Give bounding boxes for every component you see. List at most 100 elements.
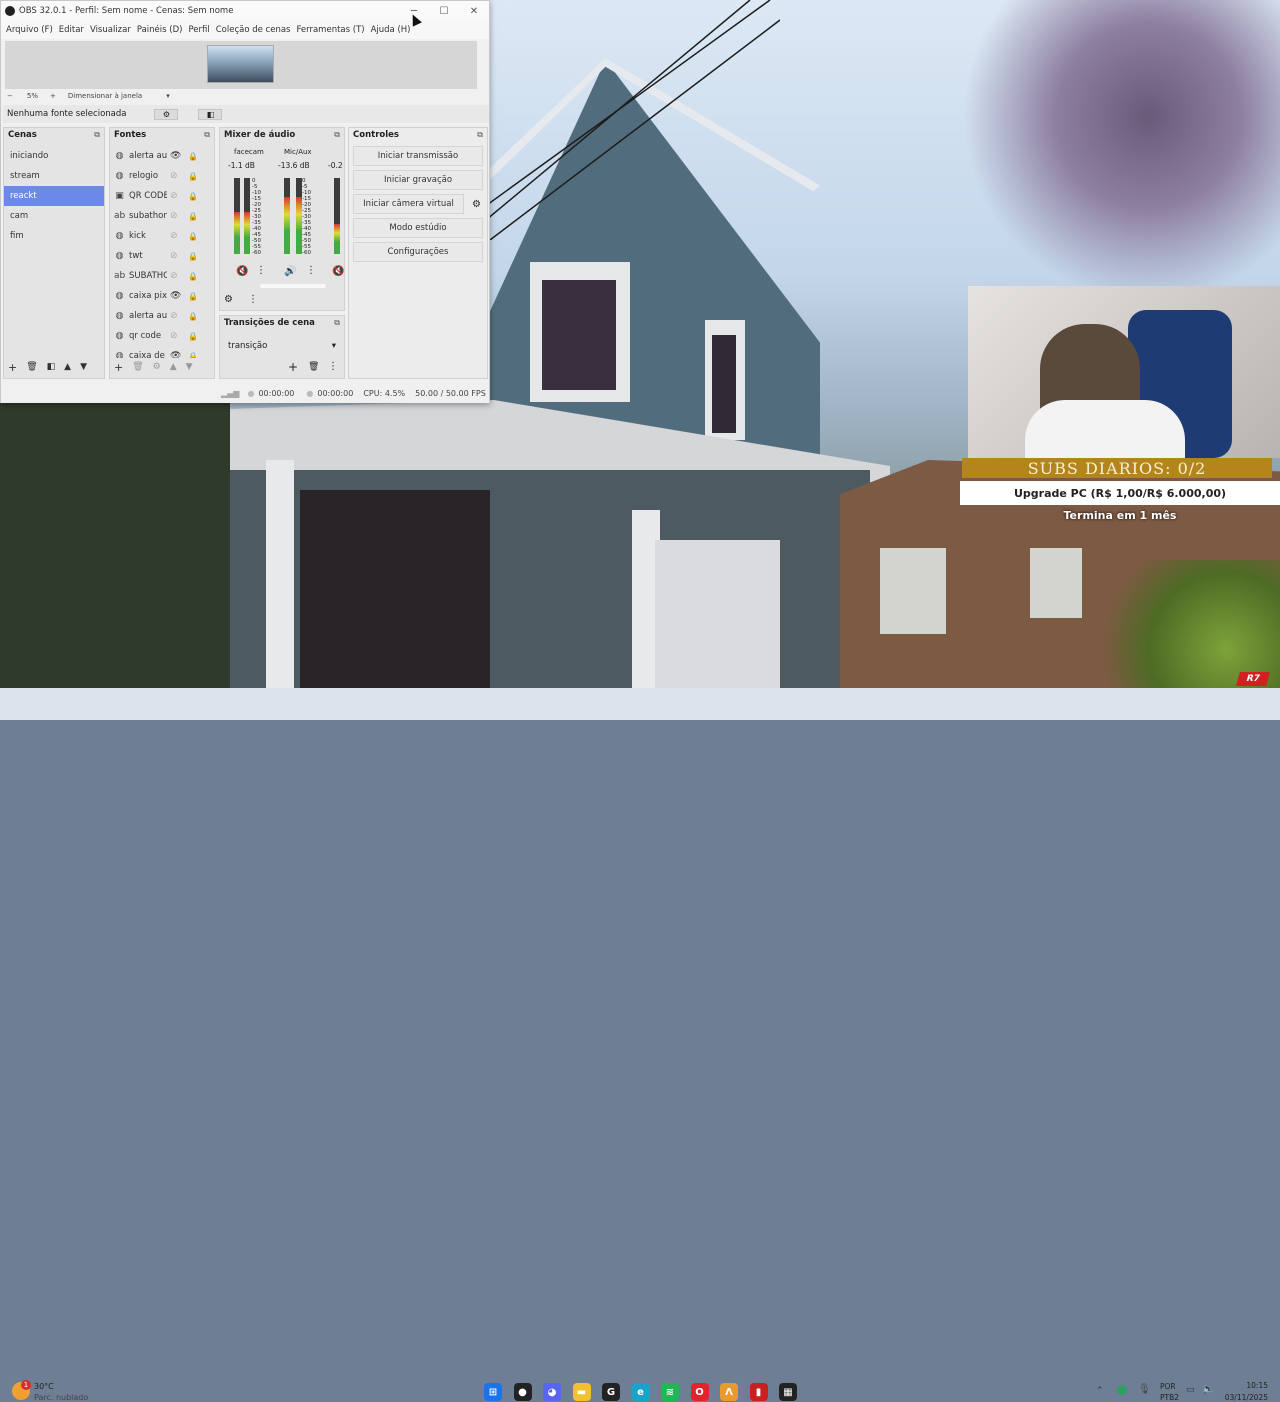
maximize-button[interactable]: ☐ — [429, 1, 459, 21]
g-app-icon[interactable]: G — [602, 1383, 620, 1401]
file-explorer-icon[interactable]: ▬ — [572, 1383, 591, 1401]
move-up-icon[interactable]: ▲ — [64, 362, 71, 372]
zoom-mode-select[interactable]: Dimensionar à janela — [68, 92, 142, 100]
lock-icon[interactable]: 🔒 — [188, 192, 198, 201]
source-item[interactable]: ab SUBATHO ⊘ 🔒 — [110, 266, 214, 286]
menu-ferramentas[interactable]: Ferramentas (T) — [293, 25, 367, 35]
menu-perfil[interactable]: Perfil — [185, 25, 212, 35]
lock-icon[interactable]: 🔒 — [188, 152, 198, 161]
volume-icon[interactable]: 🔈 — [1202, 1384, 1214, 1395]
source-item[interactable]: ◍ relogio ⊘ 🔒 — [110, 166, 214, 186]
more-options-icon[interactable]: ⋮ — [248, 294, 258, 305]
trash-icon[interactable]: 🗑 — [132, 362, 143, 372]
preview-canvas[interactable] — [5, 41, 477, 89]
add-source-icon[interactable]: + — [114, 361, 123, 374]
lock-icon[interactable]: 🔒 — [188, 172, 198, 181]
tray-chevron-icon[interactable]: ⌃ — [1096, 1386, 1104, 1396]
move-up-icon[interactable]: ▲ — [170, 362, 177, 372]
source-item[interactable]: ◍ kick ⊘ 🔒 — [110, 226, 214, 246]
scene-item[interactable]: cam — [4, 206, 104, 226]
discord-icon[interactable]: ◕ — [543, 1383, 561, 1401]
chevron-down-icon[interactable]: ▾ — [166, 92, 170, 100]
spotify-icon[interactable]: ≋ — [661, 1383, 679, 1401]
keyboard-layout[interactable]: PTB2 — [1160, 1393, 1179, 1402]
lock-icon[interactable]: 🔒 — [188, 312, 198, 321]
source-item[interactable]: ab subathon ⊘ 🔒 — [110, 206, 214, 226]
muted-speaker-icon[interactable]: 🔇 — [332, 266, 344, 277]
lock-icon[interactable]: 🔒 — [188, 252, 198, 261]
menu-paineis[interactable]: Painéis (D) — [134, 25, 186, 35]
dock-undock-icon[interactable]: ⧉ — [334, 318, 340, 328]
language-indicator[interactable]: POR — [1160, 1382, 1176, 1391]
tray-app-icon[interactable] — [1117, 1385, 1127, 1395]
eye-hidden-icon[interactable]: ⊘ — [170, 331, 178, 341]
add-transition-icon[interactable]: + — [288, 360, 298, 374]
menu-arquivo[interactable]: Arquivo (F) — [3, 25, 56, 35]
eye-icon[interactable]: 👁 — [170, 151, 181, 161]
add-scene-icon[interactable]: + — [8, 361, 17, 374]
edge-icon[interactable]: e — [631, 1383, 650, 1401]
source-item[interactable]: ◍ alerta aui 👁 🔒 — [110, 146, 214, 166]
gear-icon[interactable]: ⚙ — [154, 108, 179, 120]
more-options-icon[interactable]: ⋮ — [306, 265, 316, 276]
dock-undock-icon[interactable]: ⧉ — [94, 130, 100, 140]
transition-select[interactable]: transição ▾ — [224, 338, 340, 354]
start-recording-button[interactable]: Iniciar gravação — [353, 170, 483, 190]
source-item[interactable]: ◍ alerta aui ⊘ 🔒 — [110, 306, 214, 326]
scene-filters-icon[interactable]: ◧ — [47, 362, 56, 372]
gear-icon[interactable]: ⚙ — [153, 362, 161, 372]
source-item[interactable]: ◍ qr code ⊘ 🔒 — [110, 326, 214, 346]
weather-desc[interactable]: Parc. nublado — [34, 1393, 88, 1402]
eye-icon[interactable]: 👁 — [170, 351, 181, 358]
start-streaming-button[interactable]: Iniciar transmissão — [353, 146, 483, 166]
weather-temp[interactable]: 30°C — [34, 1382, 54, 1391]
scene-item-selected[interactable]: reackt — [4, 186, 104, 206]
studio-mode-button[interactable]: Modo estúdio — [353, 218, 483, 238]
move-down-icon[interactable]: ▼ — [80, 362, 87, 372]
muted-speaker-icon[interactable]: 🔇 — [236, 266, 248, 277]
eye-hidden-icon[interactable]: ⊘ — [170, 191, 178, 201]
eye-hidden-icon[interactable]: ⊘ — [170, 171, 178, 181]
menu-editar[interactable]: Editar — [56, 25, 87, 35]
menu-visualizar[interactable]: Visualizar — [87, 25, 134, 35]
eye-hidden-icon[interactable]: ⊘ — [170, 271, 178, 281]
scene-item[interactable]: stream — [4, 166, 104, 186]
microphone-icon[interactable]: 🎙 — [1138, 1384, 1151, 1395]
eye-hidden-icon[interactable]: ⊘ — [170, 251, 178, 261]
zoom-out-button[interactable]: − — [7, 92, 13, 100]
more-options-icon[interactable]: ⋮ — [328, 361, 338, 372]
menu-colecao-cenas[interactable]: Coleção de cenas — [213, 25, 294, 35]
speaker-icon[interactable]: 🔊 — [284, 266, 296, 277]
mixer-scrollbar[interactable] — [260, 284, 326, 288]
windows-start-icon[interactable]: ⊞ — [484, 1383, 502, 1401]
settings-button[interactable]: Configurações — [353, 242, 483, 262]
dock-undock-icon[interactable]: ⧉ — [204, 130, 210, 140]
obs-icon[interactable]: ● — [513, 1383, 532, 1401]
advanced-audio-icon[interactable]: ⚙ — [224, 294, 233, 305]
app-dark-icon[interactable]: ▦ — [779, 1383, 797, 1401]
scene-item[interactable]: iniciando — [4, 146, 104, 166]
scene-item[interactable]: fim — [4, 226, 104, 246]
eye-icon[interactable]: 👁 — [170, 291, 181, 301]
lock-icon[interactable]: 🔒 — [188, 272, 198, 281]
start-virtual-camera-button[interactable]: Iniciar câmera virtual — [353, 194, 465, 214]
source-item[interactable]: ◍ caixa pix 👁 🔒 — [110, 286, 214, 306]
source-item[interactable]: ◍ twt ⊘ 🔒 — [110, 246, 214, 266]
close-button[interactable]: ✕ — [459, 1, 489, 21]
gear-icon[interactable]: ⚙ — [472, 199, 481, 210]
dock-undock-icon[interactable]: ⧉ — [334, 130, 340, 140]
trash-icon[interactable]: 🗑 — [308, 362, 319, 372]
more-options-icon[interactable]: ⋮ — [256, 265, 266, 276]
eye-hidden-icon[interactable]: ⊘ — [170, 311, 178, 321]
trash-icon[interactable]: 🗑 — [26, 362, 37, 372]
app-red-icon[interactable]: ▮ — [749, 1383, 768, 1401]
network-icon[interactable]: ▭ — [1186, 1385, 1195, 1395]
source-item[interactable]: ◍ caixa de 👁 🔒 — [110, 346, 214, 358]
lock-icon[interactable]: 🔒 — [188, 212, 198, 221]
zoom-in-button[interactable]: + — [50, 92, 56, 100]
clock-time[interactable]: 10:15 — [1228, 1381, 1268, 1390]
app-a-icon[interactable]: Λ — [720, 1383, 738, 1401]
lock-icon[interactable]: 🔒 — [188, 292, 198, 301]
filters-icon[interactable]: ◧ — [198, 108, 223, 120]
menu-ajuda[interactable]: Ajuda (H) — [368, 25, 414, 35]
